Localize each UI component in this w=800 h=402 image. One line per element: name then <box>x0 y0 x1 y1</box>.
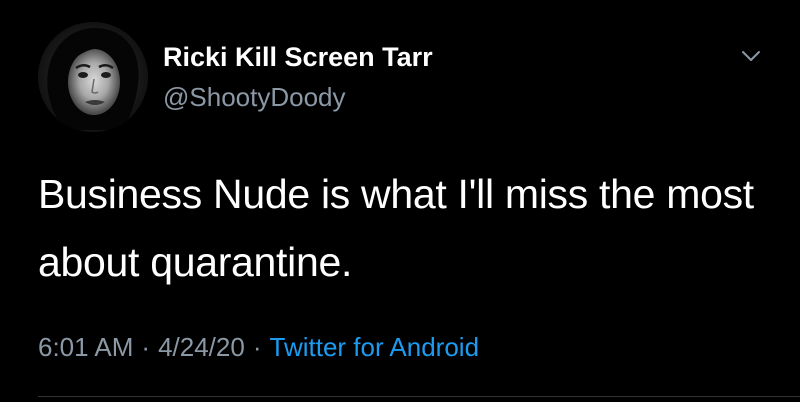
avatar[interactable] <box>38 22 148 132</box>
chevron-down-icon[interactable] <box>738 46 764 66</box>
user-handle[interactable]: @ShootyDoody <box>163 82 346 113</box>
tweet-source-link[interactable]: Twitter for Android <box>270 332 480 362</box>
divider <box>38 396 800 397</box>
separator: · <box>141 332 151 362</box>
avatar-image <box>38 22 148 132</box>
tweet-metadata: 6:01 AM · 4/24/20 · Twitter for Android <box>38 332 479 363</box>
display-name[interactable]: Ricki Kill Screen Tarr <box>163 42 433 73</box>
tweet-card: Ricki Kill Screen Tarr @ShootyDoody Busi… <box>0 0 800 402</box>
separator: · <box>252 332 262 362</box>
tweet-time[interactable]: 6:01 AM <box>38 332 133 362</box>
tweet-date[interactable]: 4/24/20 <box>158 332 245 362</box>
tweet-text: Business Nude is what I'll miss the most… <box>38 171 754 285</box>
